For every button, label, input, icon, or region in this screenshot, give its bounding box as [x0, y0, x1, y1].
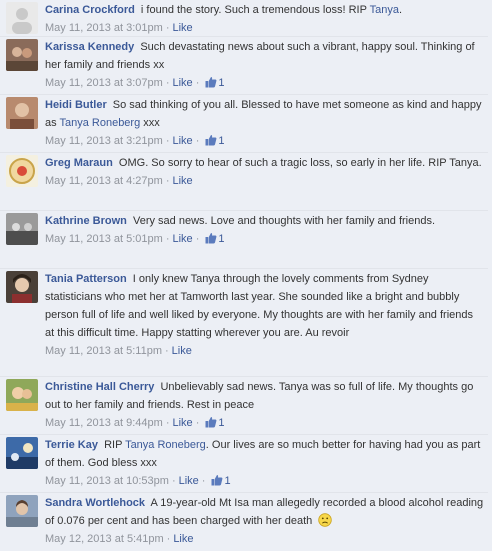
like-count-value: 1 [218, 77, 225, 89]
avatar[interactable] [6, 271, 38, 303]
like-count-value: 1 [218, 135, 225, 147]
timestamp[interactable]: May 12, 2013 at 5:41pm [45, 533, 164, 545]
comment: Christine Hall Cherry Unbelievably sad n… [0, 377, 488, 435]
comment-text-tail: . [398, 4, 403, 16]
thumbs-up-icon [205, 77, 217, 88]
avatar[interactable] [6, 437, 38, 469]
comment-list: Carina Crockford i found the story. Such… [0, 0, 492, 551]
like-link[interactable]: Like [173, 417, 193, 429]
timestamp[interactable]: May 11, 2013 at 3:07pm [45, 77, 163, 89]
commenter-name[interactable]: Terrie Kay [45, 439, 98, 451]
avatar[interactable] [6, 495, 38, 527]
avatar[interactable] [6, 97, 38, 129]
avatar[interactable] [6, 213, 38, 245]
comment-text-tail: xxx [143, 117, 160, 129]
like-count-value: 1 [218, 233, 225, 245]
comment-text: OMG. So sorry to hear of such a tragic l… [118, 157, 482, 169]
like-count[interactable]: 1 [205, 77, 224, 89]
comment: Karissa Kennedy Such devastating news ab… [0, 37, 488, 95]
like-link[interactable]: Like [173, 175, 193, 187]
commenter-name[interactable]: Christine Hall Cherry [45, 381, 154, 393]
commenter-name[interactable]: Tania Patterson [45, 273, 127, 285]
like-link[interactable]: Like [173, 135, 193, 147]
comment: Tania Patterson I only knew Tanya throug… [0, 269, 488, 377]
comment: Sandra Wortlehock A 19-year-old Mt Isa m… [0, 493, 488, 551]
comment: Carina Crockford i found the story. Such… [0, 0, 488, 37]
like-link[interactable]: Like [172, 345, 192, 357]
like-count-value: 1 [224, 475, 231, 487]
commenter-name[interactable]: Sandra Wortlehock [45, 497, 145, 509]
mention-link[interactable]: Tanya [370, 4, 399, 16]
comment: Terrie Kay RIP Tanya Roneberg. Our lives… [0, 435, 488, 493]
mention-link[interactable]: Tanya Roneberg [125, 439, 206, 451]
commenter-name[interactable]: Karissa Kennedy [45, 41, 134, 53]
commenter-name[interactable]: Carina Crockford [45, 4, 135, 16]
comment-text: Very sad news. Love and thoughts with he… [132, 215, 436, 227]
like-count[interactable]: 1 [205, 233, 224, 245]
timestamp[interactable]: May 11, 2013 at 10:53pm [45, 475, 169, 487]
like-link[interactable]: Like [179, 475, 199, 487]
like-count[interactable]: 1 [205, 417, 224, 429]
timestamp[interactable]: May 11, 2013 at 5:01pm [45, 233, 163, 245]
like-link[interactable]: Like [173, 533, 193, 545]
like-link[interactable]: Like [173, 233, 193, 245]
timestamp[interactable]: May 11, 2013 at 9:44pm [45, 417, 163, 429]
like-link[interactable]: Like [173, 22, 193, 34]
thumbs-up-icon [205, 233, 217, 244]
comment: Heidi Butler So sad thinking of you all.… [0, 95, 488, 153]
mention-link[interactable]: Tanya Roneberg [59, 117, 140, 129]
avatar[interactable] [6, 379, 38, 411]
thumbs-up-icon [211, 475, 223, 486]
commenter-name[interactable]: Greg Maraun [45, 157, 113, 169]
sad-face-icon [318, 513, 333, 527]
comment-text: RIP [104, 439, 123, 451]
commenter-name[interactable]: Heidi Butler [45, 99, 107, 111]
commenter-name[interactable]: Kathrine Brown [45, 215, 127, 227]
like-count[interactable]: 1 [211, 475, 231, 487]
comment: Greg Maraun OMG. So sorry to hear of suc… [0, 153, 488, 211]
comment: Kathrine Brown Very sad news. Love and t… [0, 211, 488, 269]
avatar[interactable] [6, 155, 38, 187]
like-count[interactable]: 1 [205, 135, 224, 147]
avatar[interactable] [6, 2, 38, 34]
comment-text: i found the story. Such a tremendous los… [140, 4, 367, 16]
timestamp[interactable]: May 11, 2013 at 4:27pm [45, 175, 163, 187]
timestamp[interactable]: May 11, 2013 at 3:01pm [45, 22, 163, 34]
timestamp[interactable]: May 11, 2013 at 5:11pm [45, 345, 162, 357]
like-link[interactable]: Like [173, 77, 193, 89]
timestamp[interactable]: May 11, 2013 at 3:21pm [45, 135, 163, 147]
avatar[interactable] [6, 39, 38, 71]
thumbs-up-icon [205, 135, 217, 146]
thumbs-up-icon [205, 417, 217, 428]
like-count-value: 1 [218, 417, 225, 429]
